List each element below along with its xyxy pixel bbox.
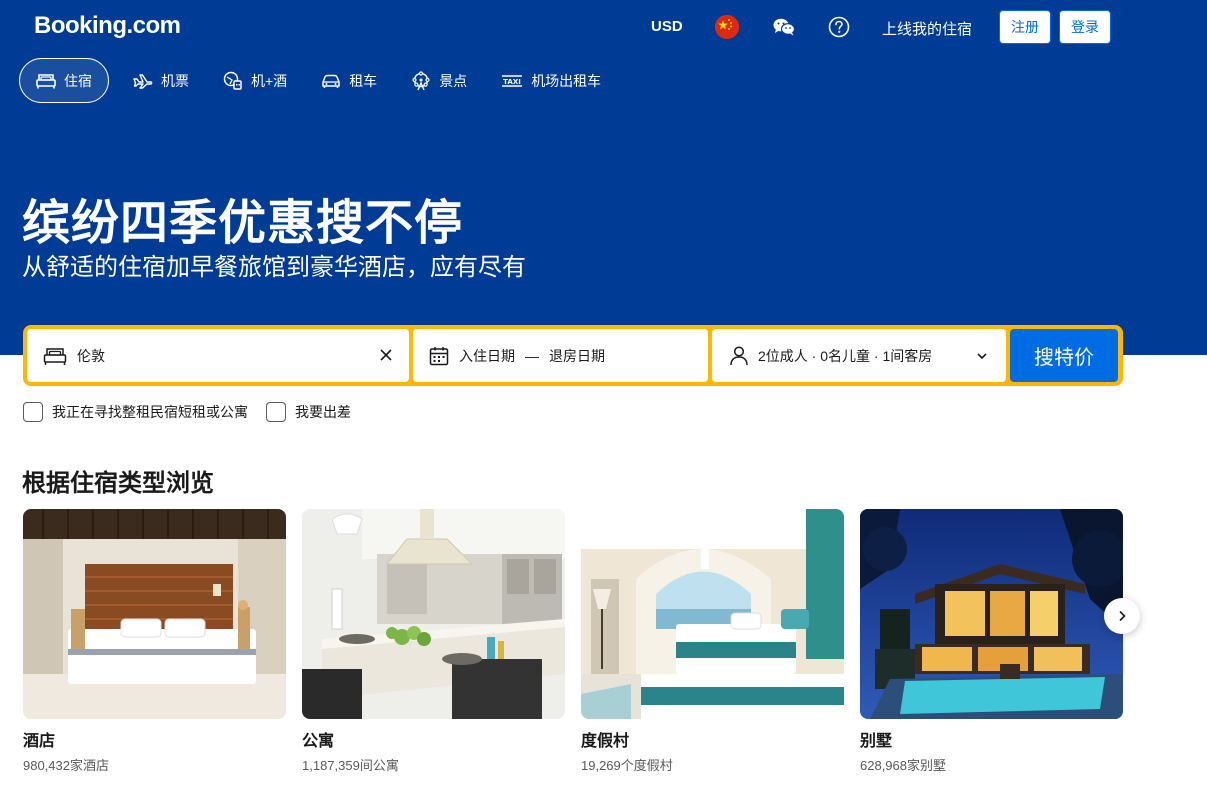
- card-title[interactable]: 别墅: [860, 727, 1123, 751]
- bed-icon: [36, 73, 56, 88]
- tab-stays[interactable]: 住宿: [19, 58, 109, 103]
- apartment-image[interactable]: [302, 509, 565, 719]
- booking-logo[interactable]: Booking.com: [34, 12, 181, 40]
- tab-airport-taxi[interactable]: TAXI 机场出租车: [485, 58, 617, 103]
- resort-image[interactable]: [581, 509, 844, 719]
- card-count: 1,187,359间公寓: [302, 758, 399, 773]
- section-title: 根据住宿类型浏览: [22, 470, 214, 497]
- search-button[interactable]: 搜特价: [1010, 329, 1118, 382]
- help-icon[interactable]: [828, 16, 850, 38]
- carousel-next-button[interactable]: [1104, 598, 1140, 634]
- villa-image[interactable]: [860, 509, 1123, 719]
- bed-icon: [43, 347, 67, 365]
- guests-summary[interactable]: 2位成人 · 0名儿童 · 1间客房: [758, 346, 932, 366]
- card-villas[interactable]: 别墅 628,968家别墅: [860, 509, 1123, 774]
- flight-hotel-icon: [223, 71, 242, 90]
- card-apartments[interactable]: 公寓 1,187,359间公寓: [302, 509, 565, 774]
- destination-field[interactable]: 伦敦: [27, 329, 409, 382]
- person-icon: [730, 345, 748, 365]
- tab-label: 机场出租车: [531, 72, 602, 89]
- calendar-icon: [429, 346, 449, 365]
- tab-car-rental[interactable]: 租车: [305, 58, 393, 103]
- tab-label: 景点: [439, 72, 468, 89]
- apartments-checkbox[interactable]: [23, 402, 43, 422]
- business-option[interactable]: 我要出差: [266, 402, 351, 422]
- plane-icon: [133, 73, 153, 89]
- card-title[interactable]: 度假村: [581, 727, 844, 751]
- attractions-icon: [412, 70, 430, 90]
- checkin-date[interactable]: 入住日期: [459, 346, 515, 366]
- tab-label: 机+酒: [251, 72, 288, 89]
- card-count: 980,432家酒店: [23, 758, 109, 773]
- tab-label: 租车: [349, 72, 378, 89]
- china-flag-icon[interactable]: [715, 15, 739, 39]
- header-banner: Booking.com USD 上线我的住宿 注册 登录 住宿 机票 机+酒 租…: [0, 0, 1207, 355]
- card-title[interactable]: 酒店: [23, 727, 286, 751]
- business-label: 我要出差: [295, 404, 351, 420]
- hero-subtitle: 从舒适的住宿加早餐旅馆到豪华酒店，应有尽有: [22, 254, 526, 281]
- card-count: 19,269个度假村: [581, 758, 673, 773]
- list-property-link[interactable]: 上线我的住宿: [882, 18, 972, 39]
- wechat-icon[interactable]: [773, 17, 796, 37]
- search-bar: 伦敦 入住日期 — 退房日期 2位成人 · 0名儿童 · 1间客房 搜特价: [23, 325, 1123, 386]
- tab-label: 住宿: [64, 72, 92, 89]
- business-checkbox[interactable]: [266, 402, 286, 422]
- date-separator: —: [525, 347, 539, 364]
- taxi-icon: TAXI: [502, 74, 523, 87]
- card-hotels[interactable]: 酒店 980,432家酒店: [23, 509, 286, 774]
- destination-input[interactable]: 伦敦: [77, 346, 105, 366]
- product-tabs: 住宿 机票 机+酒 租车 景点 TAXI 机场出租车: [19, 58, 619, 103]
- tab-label: 机票: [161, 72, 189, 89]
- hotel-image[interactable]: [23, 509, 286, 719]
- search-options: 我正在寻找整租民宿短租或公寓 我要出差: [23, 402, 369, 422]
- currency-selector[interactable]: USD: [651, 18, 683, 35]
- car-icon: [322, 74, 340, 88]
- card-resorts[interactable]: 度假村 19,269个度假村: [581, 509, 844, 774]
- chevron-right-icon: [1119, 610, 1126, 622]
- card-count: 628,968家别墅: [860, 758, 946, 773]
- tab-attractions[interactable]: 景点: [395, 58, 483, 103]
- close-icon[interactable]: [379, 348, 393, 362]
- tab-flight-hotel[interactable]: 机+酒: [207, 58, 303, 103]
- chevron-down-icon[interactable]: [976, 351, 988, 361]
- checkout-date[interactable]: 退房日期: [549, 346, 605, 366]
- tab-flights[interactable]: 机票: [117, 58, 205, 103]
- login-button[interactable]: 登录: [1059, 10, 1111, 44]
- register-button[interactable]: 注册: [999, 10, 1051, 44]
- hero-title: 缤纷四季优惠搜不停: [22, 197, 464, 250]
- card-title[interactable]: 公寓: [302, 727, 565, 751]
- guests-field[interactable]: 2位成人 · 0名儿童 · 1间客房: [712, 329, 1006, 382]
- property-type-carousel: 酒店 980,432家酒店 公寓 1,187,359间公寓 度假村 19,269…: [23, 509, 1123, 774]
- svg-text:TAXI: TAXI: [503, 78, 521, 86]
- apartments-option[interactable]: 我正在寻找整租民宿短租或公寓: [23, 402, 248, 422]
- date-field[interactable]: 入住日期 — 退房日期: [413, 329, 708, 382]
- apartments-label: 我正在寻找整租民宿短租或公寓: [52, 404, 248, 420]
